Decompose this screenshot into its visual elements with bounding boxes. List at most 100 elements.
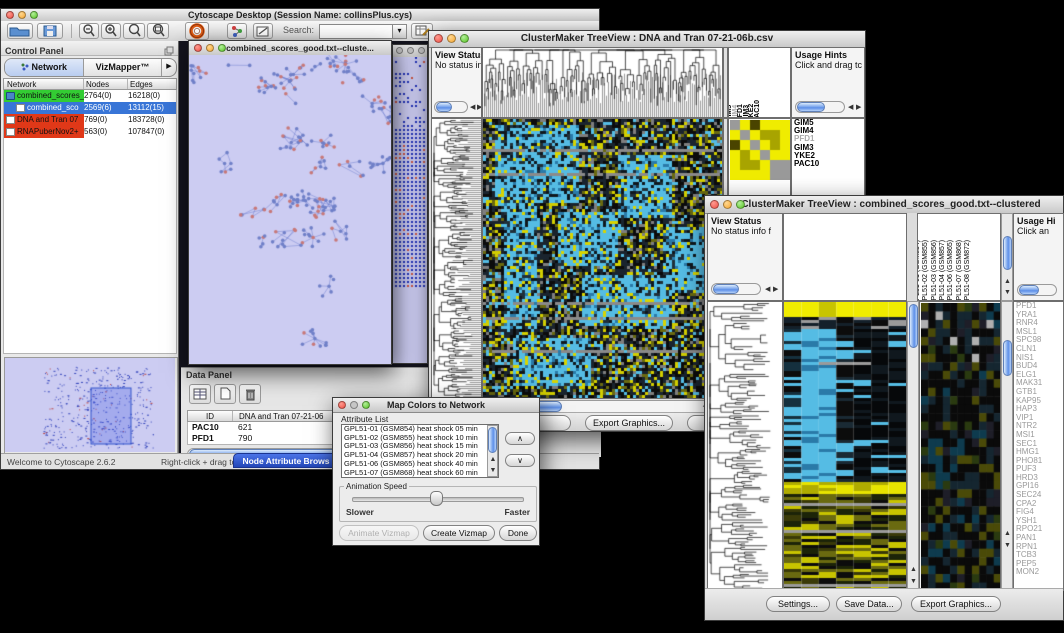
minimize-icon[interactable] [447, 34, 456, 43]
col-edges[interactable]: Edges [128, 79, 176, 89]
treeview1-titlebar[interactable]: ClusterMaker TreeView : DNA and Tran 07-… [429, 31, 865, 48]
scroll-left-icon[interactable]: ◀ [848, 104, 853, 112]
tv2-save-data-button[interactable]: Save Data... [836, 596, 902, 612]
background-network-window[interactable] [392, 44, 428, 364]
tv2-hints-hscrollbar[interactable] [1017, 284, 1057, 296]
tv1-gene-label[interactable]: PAC10 [792, 160, 864, 168]
minimize-icon[interactable] [350, 401, 358, 409]
tv2-collabel-vscrollbar[interactable]: ▲ ▼ [1001, 213, 1013, 301]
open-folder-icon[interactable] [7, 23, 33, 39]
tv1-export-graphics-button[interactable]: Export Graphics... [585, 415, 673, 431]
scroll-down-icon[interactable]: ▼ [1004, 289, 1011, 297]
network-graph-canvas[interactable] [189, 55, 391, 364]
tv1-status-hscrollbar[interactable] [434, 101, 468, 113]
scroll-left-icon[interactable]: ◀ [765, 286, 770, 294]
tabs-overflow-button[interactable]: ▶ [162, 59, 176, 76]
zoom-out-icon[interactable] [79, 23, 99, 39]
network-view-titlebar[interactable]: combined_scores_good.txt--cluste... [189, 41, 391, 56]
tab-network[interactable]: Network [5, 59, 84, 76]
help-lifering-icon[interactable] [185, 22, 209, 40]
minimize-icon[interactable] [206, 44, 214, 52]
zoom-window-icon[interactable] [30, 11, 38, 19]
annotation-icon[interactable] [253, 23, 273, 39]
network-tree-row[interactable]: RNAPuberNov2+ 563(0) 107847(0) [4, 126, 176, 138]
tv2-column-label[interactable]: GPL51-02 (GSM855) [922, 240, 929, 301]
tv2-heatmap-global[interactable] [783, 301, 907, 591]
tv2-column-label[interactable]: GPL51-04 (GSM857) [939, 240, 946, 301]
tv2-zoom-vscrollbar[interactable]: ▲ ▼ [1001, 301, 1013, 591]
scroll-up-icon[interactable]: ▲ [490, 456, 497, 464]
delete-attribute-icon[interactable] [239, 384, 261, 404]
save-icon[interactable] [37, 23, 63, 39]
minimize-icon[interactable] [18, 11, 26, 19]
map-colors-titlebar[interactable]: Map Colors to Network [333, 398, 539, 413]
tv1-column-label[interactable]: PAC10 [754, 100, 761, 118]
animate-vizmap-button[interactable]: Animate Vizmap [339, 525, 419, 541]
tv1-row-dendrogram[interactable] [431, 118, 482, 399]
scroll-right-icon[interactable]: ▶ [856, 104, 861, 112]
close-icon[interactable] [6, 11, 14, 19]
tv2-heatmap-vscrollbar[interactable]: ▲ ▼ [907, 301, 919, 591]
zoom-in-icon[interactable] [101, 23, 121, 39]
tv2-row-dendrogram[interactable] [707, 301, 783, 591]
scroll-down-icon[interactable]: ▼ [1004, 542, 1011, 550]
close-icon[interactable] [338, 401, 346, 409]
close-icon[interactable] [434, 34, 443, 43]
scroll-down-icon[interactable]: ▼ [490, 467, 497, 475]
animation-slider-thumb[interactable] [430, 491, 443, 506]
network-tree-row[interactable]: combined_scores_ 2764(0) 16218(0) [4, 90, 176, 102]
close-icon[interactable] [194, 44, 202, 52]
scroll-right-icon[interactable]: ▶ [773, 286, 778, 294]
tv2-column-label[interactable]: GPL51-03 (GSM856) [931, 240, 938, 301]
tv2-gene-label[interactable]: MON2 [1014, 568, 1063, 577]
zoom-window-icon[interactable] [418, 47, 425, 54]
zoom-window-icon[interactable] [736, 200, 745, 209]
zoom-window-icon[interactable] [460, 34, 469, 43]
zoom-selected-icon[interactable] [123, 23, 145, 39]
scroll-up-icon[interactable]: ▲ [1004, 530, 1011, 538]
search-dropdown-button[interactable]: ▾ [392, 24, 407, 39]
select-attributes-icon[interactable] [189, 384, 211, 404]
zoom-fit-icon[interactable] [147, 23, 169, 39]
minimize-icon[interactable] [407, 47, 414, 54]
close-icon[interactable] [396, 47, 403, 54]
move-up-button[interactable]: ∧ [505, 432, 535, 445]
network-nodes-icon[interactable] [227, 23, 247, 39]
network-overview-panel[interactable] [4, 357, 178, 455]
zoom-window-icon[interactable] [218, 44, 226, 52]
tv2-heatmap-zoom-panel[interactable] [919, 301, 1001, 591]
treeview2-titlebar[interactable]: ClusterMaker TreeView : combined_scores_… [705, 196, 1063, 214]
attribute-list-vscrollbar[interactable]: ▲ ▼ [487, 425, 498, 477]
network-tree-row[interactable]: combined_sco 2569(6) 13112(15) [4, 102, 176, 114]
scroll-down-icon[interactable]: ▼ [910, 578, 917, 586]
background-network-canvas[interactable] [393, 57, 427, 363]
network-tree-row[interactable]: DNA and Tran 07 769(0) 183728(0) [4, 114, 176, 126]
done-button[interactable]: Done [499, 525, 537, 541]
data-col-id[interactable]: ID [188, 411, 233, 421]
new-attribute-icon[interactable] [214, 384, 236, 404]
tv2-status-hscrollbar[interactable] [711, 283, 761, 295]
network-overview-canvas[interactable] [5, 358, 175, 452]
search-input[interactable] [319, 24, 393, 39]
tv2-column-label[interactable]: GPL51-08 (GSM872) [964, 240, 971, 301]
tv1-hints-hscrollbar[interactable] [795, 101, 845, 113]
tv2-column-label[interactable]: GPL51-01 (GSM854) [917, 240, 921, 301]
tv2-column-label[interactable]: GPL51-07 (GSM868) [956, 240, 963, 301]
tab-vizmapper[interactable]: VizMapper™ [84, 59, 162, 76]
scroll-up-icon[interactable]: ▲ [1004, 278, 1011, 286]
attribute-list-item[interactable]: GPL51-07 (GSM868) heat shock 60 min [342, 469, 498, 478]
tv1-column-dendrogram[interactable] [482, 47, 723, 118]
tv2-column-dendrogram[interactable] [783, 213, 907, 301]
close-icon[interactable] [710, 200, 719, 209]
minimize-icon[interactable] [723, 200, 732, 209]
scroll-left-icon[interactable]: ◀ [470, 104, 475, 112]
scroll-up-icon[interactable]: ▲ [910, 566, 917, 574]
tv2-export-graphics-button[interactable]: Export Graphics... [911, 596, 1001, 612]
tv2-column-label[interactable]: GPL51-06 (GSM865) [947, 240, 954, 301]
zoom-window-icon[interactable] [362, 401, 370, 409]
tv1-heatmap-global[interactable] [482, 118, 723, 399]
move-down-button[interactable]: ∨ [505, 454, 535, 467]
col-network[interactable]: Network [4, 79, 84, 89]
node-attribute-browser-tab[interactable]: Node Attribute Brows [233, 453, 339, 468]
col-nodes[interactable]: Nodes [84, 79, 128, 89]
